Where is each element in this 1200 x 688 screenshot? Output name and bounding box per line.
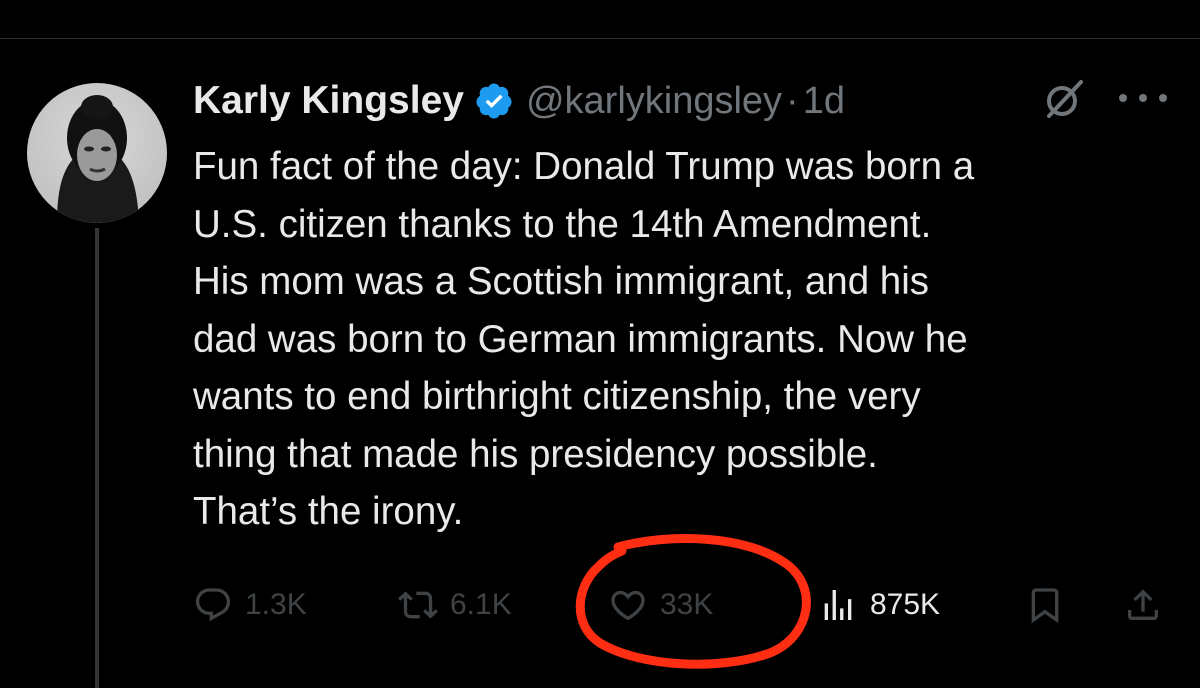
tweet-line: wants to end birthright citizenship, the…: [193, 375, 921, 418]
tweet-header: Karly Kingsley @karlykingsley · 1d: [193, 73, 845, 129]
reply-button[interactable]: 1.3K: [193, 585, 307, 625]
repost-button[interactable]: 6.1K: [398, 585, 512, 625]
bookmark-button[interactable]: [1025, 585, 1077, 625]
separator-dot: ·: [786, 79, 799, 122]
avatar-photo: [27, 83, 167, 223]
share-button[interactable]: [1123, 585, 1175, 625]
tweet-line: His mom was a Scottish immigrant, and hi…: [193, 260, 930, 303]
reply-count: 1.3K: [245, 588, 307, 621]
like-button[interactable]: 33K: [608, 585, 713, 625]
heart-icon: [611, 590, 645, 621]
tweet-line: That’s the irony.: [193, 490, 464, 533]
views-button[interactable]: 875K: [818, 585, 940, 625]
repost-icon: [398, 591, 438, 619]
tweet-line: dad was born to German immigrants. Now h…: [193, 317, 968, 361]
timestamp[interactable]: 1d: [803, 80, 845, 123]
more-icon[interactable]: [1115, 86, 1171, 110]
tweet-line: thing that made his presidency possible.: [193, 432, 878, 476]
bookmark-icon: [1031, 588, 1059, 624]
author-name[interactable]: Karly Kingsley: [193, 79, 464, 123]
reply-icon: [195, 588, 231, 622]
views-icon: [824, 590, 852, 620]
avatar[interactable]: [27, 83, 167, 223]
share-icon: [1128, 589, 1158, 620]
tweet-line: Fun fact of the day: Donald Trump was bo…: [193, 145, 975, 188]
verified-badge-icon: [476, 83, 512, 119]
views-count: 875K: [870, 588, 941, 621]
top-divider: [0, 38, 1200, 39]
action-bar: 1.3K 6.1K 33K 875K: [0, 585, 1200, 635]
repost-count: 6.1K: [450, 588, 512, 621]
like-count: 33K: [660, 588, 714, 621]
tweet-line: U.S. citizen thanks to the 14th Amendmen…: [193, 202, 932, 246]
author-handle[interactable]: @karlykingsley: [526, 80, 782, 123]
tweet-text: Fun fact of the day: Donald Trump was bo…: [193, 138, 1183, 541]
grok-icon[interactable]: [1043, 78, 1085, 120]
